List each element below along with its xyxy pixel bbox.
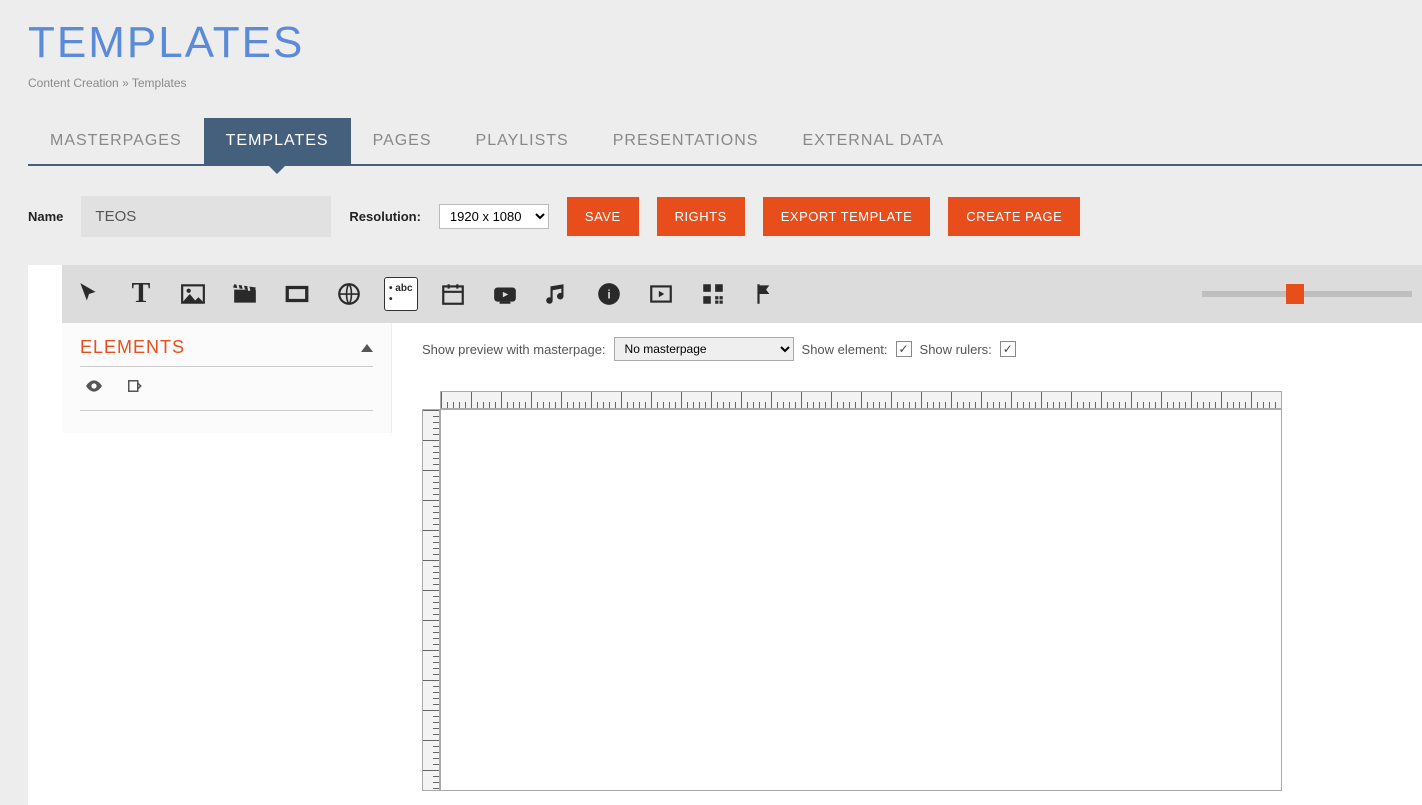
tab-masterpages[interactable]: MASTERPAGES xyxy=(28,118,204,164)
rectangle-icon[interactable] xyxy=(280,277,314,311)
rights-button[interactable]: RIGHTS xyxy=(657,197,745,236)
music-icon[interactable] xyxy=(540,277,574,311)
tab-external-data[interactable]: EXTERNAL DATA xyxy=(780,118,966,164)
ruler-top xyxy=(440,391,1282,409)
show-element-label: Show element: xyxy=(802,342,888,357)
export-template-button[interactable]: EXPORT TEMPLATE xyxy=(763,197,931,236)
name-input[interactable] xyxy=(81,196,331,237)
canvas-options: Show preview with masterpage: No masterp… xyxy=(422,337,1422,361)
calendar-icon[interactable] xyxy=(436,277,470,311)
tab-playlists[interactable]: PLAYLISTS xyxy=(454,118,591,164)
breadcrumb-parent[interactable]: Content Creation xyxy=(28,76,119,90)
resolution-select[interactable]: 1920 x 1080 xyxy=(439,204,549,229)
image-icon[interactable] xyxy=(176,277,210,311)
create-page-button[interactable]: CREATE PAGE xyxy=(948,197,1080,236)
breadcrumb: Content Creation » Templates xyxy=(0,68,1422,90)
form-row: Name Resolution: 1920 x 1080 SAVE RIGHTS… xyxy=(28,196,1422,237)
lock-layer-icon[interactable] xyxy=(124,377,144,400)
name-label: Name xyxy=(28,209,63,224)
zoom-thumb[interactable] xyxy=(1286,284,1304,304)
save-button[interactable]: SAVE xyxy=(567,197,639,236)
elements-panel: ELEMENTS xyxy=(62,323,392,433)
breadcrumb-current: Templates xyxy=(132,76,187,90)
canvas-area xyxy=(422,391,1282,791)
eye-icon[interactable] xyxy=(84,377,104,400)
tab-presentations[interactable]: PRESENTATIONS xyxy=(591,118,781,164)
qr-icon[interactable] xyxy=(696,277,730,311)
pointer-icon[interactable] xyxy=(72,277,106,311)
show-rulers-label: Show rulers: xyxy=(920,342,992,357)
resolution-label: Resolution: xyxy=(349,209,421,224)
elements-title: ELEMENTS xyxy=(80,337,185,358)
badge-icon[interactable]: i xyxy=(592,277,626,311)
clapper-icon[interactable] xyxy=(228,277,262,311)
elements-controls xyxy=(80,367,373,411)
text-tool-icon[interactable]: T xyxy=(124,277,158,311)
canvas[interactable] xyxy=(440,409,1282,791)
play-in-box-icon[interactable] xyxy=(644,277,678,311)
marquee-icon[interactable]: • abc • xyxy=(384,277,418,311)
ruler-left xyxy=(422,409,440,791)
masterpage-select[interactable]: No masterpage xyxy=(614,337,794,361)
collapse-icon[interactable] xyxy=(361,344,373,352)
youtube-icon[interactable] xyxy=(488,277,522,311)
show-rulers-checkbox[interactable]: ✓ xyxy=(1000,341,1016,357)
toolbar: T • abc • i xyxy=(62,265,1422,323)
preview-label: Show preview with masterpage: xyxy=(422,342,606,357)
zoom-slider[interactable] xyxy=(1202,291,1412,297)
page-title: TEMPLATES xyxy=(0,0,1422,68)
globe-icon[interactable] xyxy=(332,277,366,311)
canvas-main: Show preview with masterpage: No masterp… xyxy=(392,323,1422,805)
editor: T • abc • i xyxy=(28,265,1422,805)
breadcrumb-sep: » xyxy=(119,76,132,90)
tab-pages[interactable]: PAGES xyxy=(351,118,454,164)
svg-text:i: i xyxy=(607,287,610,301)
flag-icon[interactable] xyxy=(748,277,782,311)
tab-templates[interactable]: TEMPLATES xyxy=(204,118,351,164)
show-element-checkbox[interactable]: ✓ xyxy=(896,341,912,357)
tabs: MASTERPAGES TEMPLATES PAGES PLAYLISTS PR… xyxy=(28,118,1422,166)
